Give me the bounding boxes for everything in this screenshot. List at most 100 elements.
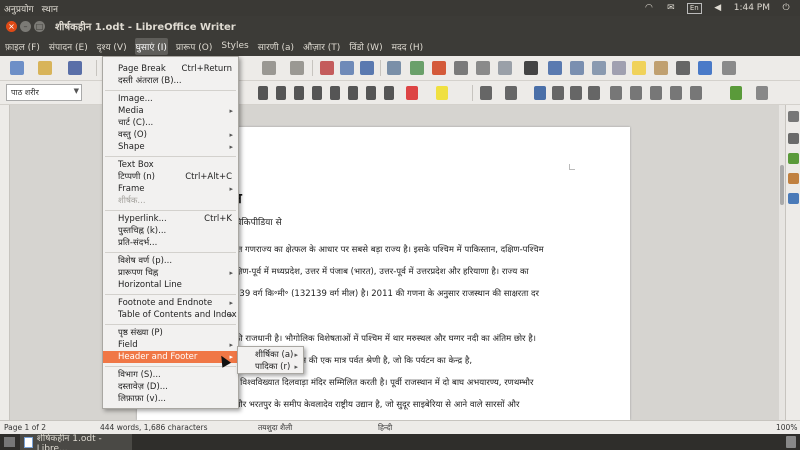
paragraph-style-select[interactable]: पाठ शरीर ▼ — [6, 84, 82, 101]
volume-icon[interactable]: ◀ — [712, 3, 724, 13]
menu-window[interactable]: विंडो (W) — [348, 38, 383, 55]
menu-item-page-number[interactable]: पृष्ठ संख्या (P) — [103, 327, 238, 339]
font-color-icon[interactable] — [406, 86, 418, 100]
applications-menu[interactable]: अनुप्रयोग — [4, 2, 34, 15]
character-icon[interactable] — [756, 86, 768, 100]
menu-item-object[interactable]: वस्तु (O) ▸ — [103, 129, 238, 141]
increase-indent-icon[interactable] — [670, 86, 682, 100]
open-icon[interactable] — [38, 61, 52, 75]
menu-view[interactable]: दृश्य (V) — [96, 38, 128, 55]
menu-item-document[interactable]: दस्तावेज़ (D)... — [103, 381, 238, 393]
strikethrough-icon[interactable] — [312, 86, 322, 100]
trash-icon[interactable] — [786, 436, 796, 448]
menu-table[interactable]: सारणी (a) — [257, 38, 295, 55]
page-style[interactable]: तयशुदा शैली — [258, 423, 292, 433]
outline-icon[interactable] — [384, 86, 394, 100]
menu-item-special-character[interactable]: विशेष वर्ण (p)... — [103, 255, 238, 267]
places-menu[interactable]: स्थान — [42, 2, 58, 15]
document-subtitle[interactable]: विकिपीडिया से — [234, 215, 282, 228]
justify-icon[interactable] — [588, 86, 600, 100]
increase-paragraph-spacing-icon[interactable] — [630, 86, 642, 100]
menu-file[interactable]: फ़ाइल (F) — [4, 38, 41, 55]
comment-icon[interactable] — [632, 61, 646, 75]
menu-item-frame[interactable]: Frame ▸ — [103, 183, 238, 195]
show-desktop-icon[interactable] — [4, 437, 15, 447]
bullets-icon[interactable] — [480, 86, 492, 100]
document-line[interactable]: 239 वर्ग कि॰मी॰ (132139 वर्ग मील) है। 20… — [234, 288, 539, 299]
wifi-icon[interactable]: ◠ — [643, 3, 655, 13]
document-line[interactable]: और भरतपुर के समीप केवलादेव राष्ट्रीय उद्… — [234, 399, 519, 410]
spelling-icon[interactable] — [340, 61, 354, 75]
menu-item-manual-break[interactable]: दस्ती अंतराल (B)... — [103, 75, 238, 87]
special-character-icon[interactable] — [524, 61, 538, 75]
menu-item-formatting-mark[interactable]: प्रारूपण चिह्न ▸ — [103, 267, 238, 279]
menu-item-page-break[interactable]: Page Break Ctrl+Return — [103, 63, 238, 75]
menu-item-envelope[interactable]: लिफ़ाफ़ा (v)... — [103, 393, 238, 405]
line-spacing-icon[interactable] — [610, 86, 622, 100]
scrollbar-thumb[interactable] — [780, 165, 784, 205]
document-line[interactable]: रत गणराज्य का क्षेत्फल के आधार पर सबसे ब… — [234, 244, 544, 255]
menu-item-hyperlink[interactable]: Hyperlink... Ctrl+K — [103, 213, 238, 225]
menu-item-image[interactable]: Image... — [103, 93, 238, 105]
menu-insert[interactable]: घुसाएं (I) — [134, 37, 168, 55]
insert-text-box-icon[interactable] — [454, 61, 468, 75]
clock[interactable]: 1:44 PM — [734, 3, 770, 13]
bold-icon[interactable] — [258, 86, 268, 100]
document-line[interactable]: र विश्वविख्यात दिलवाड़ा मंदिर सम्मिलित क… — [234, 377, 533, 388]
menu-item-comment[interactable]: टिप्पणी (n) Ctrl+Alt+C — [103, 171, 238, 183]
line-icon[interactable] — [676, 61, 690, 75]
undo-icon[interactable] — [262, 61, 276, 75]
endnote-icon[interactable] — [592, 61, 606, 75]
menu-item-bookmark[interactable]: पुस्तचिह्न (k)... — [103, 225, 238, 237]
hyperlink-icon[interactable] — [548, 61, 562, 75]
decrease-paragraph-spacing-icon[interactable] — [650, 86, 662, 100]
mail-icon[interactable]: ✉ — [665, 3, 677, 13]
menu-item-section[interactable]: विभाग (S)... — [103, 369, 238, 381]
close-window-button[interactable]: × — [6, 20, 17, 32]
superscript-icon[interactable] — [330, 86, 340, 100]
formatting-marks-icon[interactable] — [360, 61, 374, 75]
draw-functions-icon[interactable] — [722, 61, 736, 75]
find-replace-icon[interactable] — [320, 61, 334, 75]
page-break-icon[interactable] — [476, 61, 490, 75]
align-center-icon[interactable] — [552, 86, 564, 100]
maximize-window-button[interactable]: □ — [34, 20, 45, 32]
menu-styles[interactable]: Styles — [220, 39, 249, 53]
menu-format[interactable]: प्रारूप (O) — [175, 38, 214, 55]
properties-icon[interactable] — [788, 133, 799, 144]
paragraph-icon[interactable] — [730, 86, 742, 100]
window-title-bar[interactable]: × – □ शीर्षकहीन 1.odt - LibreOffice Writ… — [0, 16, 800, 36]
menu-help[interactable]: मदद (H) — [391, 38, 425, 55]
highlight-color-icon[interactable] — [436, 86, 448, 100]
align-left-icon[interactable] — [534, 86, 546, 100]
insert-table-icon[interactable] — [387, 61, 401, 75]
zoom-level[interactable]: 100% — [776, 423, 797, 432]
insert-image-icon[interactable] — [410, 61, 424, 75]
subscript-icon[interactable] — [348, 86, 358, 100]
styles-icon[interactable] — [788, 153, 799, 164]
navigator-icon[interactable] — [788, 193, 799, 204]
insert-chart-icon[interactable] — [432, 61, 446, 75]
submenu-item-footer[interactable]: पादिका (r) ▸ — [238, 361, 303, 373]
footnote-icon[interactable] — [570, 61, 584, 75]
power-icon[interactable]: ⏻ — [780, 3, 792, 13]
menu-item-toc-index[interactable]: Table of Contents and Index ▸ — [103, 309, 238, 321]
document-line[interactable]: क्षिण-पूर्व में मध्यप्रदेश, उत्तर में पं… — [234, 266, 529, 277]
keyboard-layout-indicator[interactable]: En — [686, 2, 702, 14]
underline-icon[interactable] — [294, 86, 304, 100]
align-right-icon[interactable] — [570, 86, 582, 100]
document-line[interactable]: की राजधानी है। भौगोलिक विशेषताओं में पश्… — [234, 333, 536, 344]
save-icon[interactable] — [68, 61, 82, 75]
menu-item-footnote-endnote[interactable]: Footnote and Endnote ▸ — [103, 297, 238, 309]
decrease-indent-icon[interactable] — [690, 86, 702, 100]
sidebar-menu-icon[interactable] — [788, 111, 799, 122]
menu-tools[interactable]: औज़ार (T) — [302, 38, 341, 55]
redo-icon[interactable] — [290, 61, 304, 75]
submenu-item-header[interactable]: शीर्षिका (a) ▸ — [238, 349, 303, 361]
taskbar-item-writer[interactable]: शीर्षकहीन 1.odt - Libre... — [20, 434, 132, 450]
menu-item-cross-reference[interactable]: प्रति-संदर्भ... — [103, 237, 238, 249]
menu-edit[interactable]: संपादन (E) — [48, 38, 89, 55]
shadow-icon[interactable] — [366, 86, 376, 100]
insert-field-icon[interactable] — [498, 61, 512, 75]
menu-item-chart[interactable]: चार्ट (C)... — [103, 117, 238, 129]
